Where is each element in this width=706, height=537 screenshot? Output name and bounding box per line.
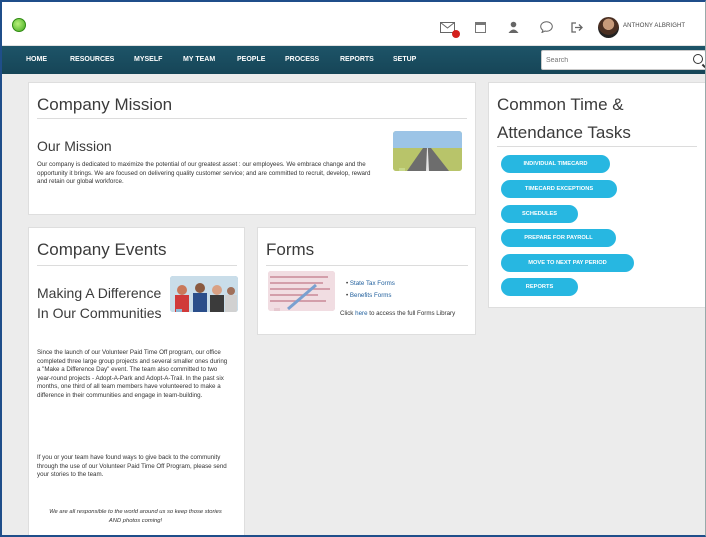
panel-title: Company Mission [37,95,173,114]
nav-item-home[interactable]: HOME [26,56,47,63]
forms-link-item[interactable]: • State Tax Forms [346,280,456,289]
schedules-button[interactable]: SCHEDULES [501,205,578,223]
user-name[interactable]: ANTHONY ALBRIGHT [623,23,685,29]
app-logo-icon[interactable] [12,18,26,32]
tasks-title-line1: Common Time & [497,95,624,114]
nav-item-process[interactable]: PROCESS [285,56,319,63]
divider [266,265,468,266]
user-avatar[interactable] [598,17,619,38]
panel-title: Forms [266,240,315,259]
individual-timecard-button[interactable]: INDIVIDUAL TIMECARD [501,155,610,173]
nav-item-people[interactable]: PEOPLE [237,56,265,63]
notification-badge [452,30,460,38]
state-tax-forms-link[interactable]: State Tax Forms [350,280,395,287]
company-events-panel: Company Events Making A Difference In Ou… [28,227,245,535]
search-input[interactable] [546,55,686,66]
search-box [541,50,705,70]
app-window: ANTHONY ALBRIGHT HOME RESOURCES MYSELF M… [0,0,706,537]
forms-image [268,271,335,311]
timecard-exceptions-button[interactable]: TIMECARD EXCEPTIONS [501,180,617,198]
tasks-panel: Common Time & Attendance Tasks INDIVIDUA… [488,82,705,308]
move-to-next-pay-period-button[interactable]: MOVE TO NEXT PAY PERIOD [501,254,634,272]
reports-button[interactable]: REPORTS [501,278,578,296]
person-icon[interactable] [507,20,519,34]
forms-note-suffix: to access the full Forms Library [367,310,456,317]
mission-text: Our company is dedicated to maximize the… [37,161,371,186]
tasks-title-line2: Attendance Tasks [497,123,631,142]
events-paragraph-2: If you or your team have found ways to g… [37,454,227,479]
nav-item-setup[interactable]: SETUP [393,56,416,63]
logout-icon[interactable] [571,20,583,34]
team-photo-image [170,276,238,312]
forms-library-link[interactable]: here [355,310,367,317]
mission-heading: Our Mission [37,138,112,154]
nav-item-reports[interactable]: REPORTS [340,56,374,63]
chat-icon[interactable] [539,20,553,34]
messages-icon[interactable] [439,20,460,38]
panel-title: Company Events [37,240,167,259]
road-image [393,131,462,171]
nav-item-my-team[interactable]: MY TEAM [183,56,215,63]
forms-links: • State Tax Forms • Benefits Forms [346,280,456,300]
search-icon[interactable] [693,54,703,64]
events-heading: Making A Difference In Our Communities [37,285,162,321]
prepare-for-payroll-button[interactable]: PREPARE FOR PAYROLL [501,229,616,247]
forms-library-note: Click here to access the full Forms Libr… [340,310,470,319]
divider [497,146,697,147]
company-mission-panel: Company Mission Our Mission Our company … [28,82,476,215]
forms-link-item[interactable]: • Benefits Forms [346,292,456,301]
nav-item-myself[interactable]: MYSELF [134,56,162,63]
calendar-icon[interactable] [474,20,486,34]
events-paragraph-1: Since the launch of our Volunteer Paid T… [37,349,228,399]
forms-panel: Forms • State Tax Forms • Benefits Forms… [257,227,476,335]
top-bar: ANTHONY ALBRIGHT [2,2,705,46]
benefits-forms-link[interactable]: Benefits Forms [350,292,392,299]
events-footnote: We are all responsible to the world arou… [49,509,222,524]
divider [37,118,467,119]
divider [37,265,237,266]
nav-item-resources[interactable]: RESOURCES [70,56,114,63]
forms-note-prefix: Click [340,310,356,317]
